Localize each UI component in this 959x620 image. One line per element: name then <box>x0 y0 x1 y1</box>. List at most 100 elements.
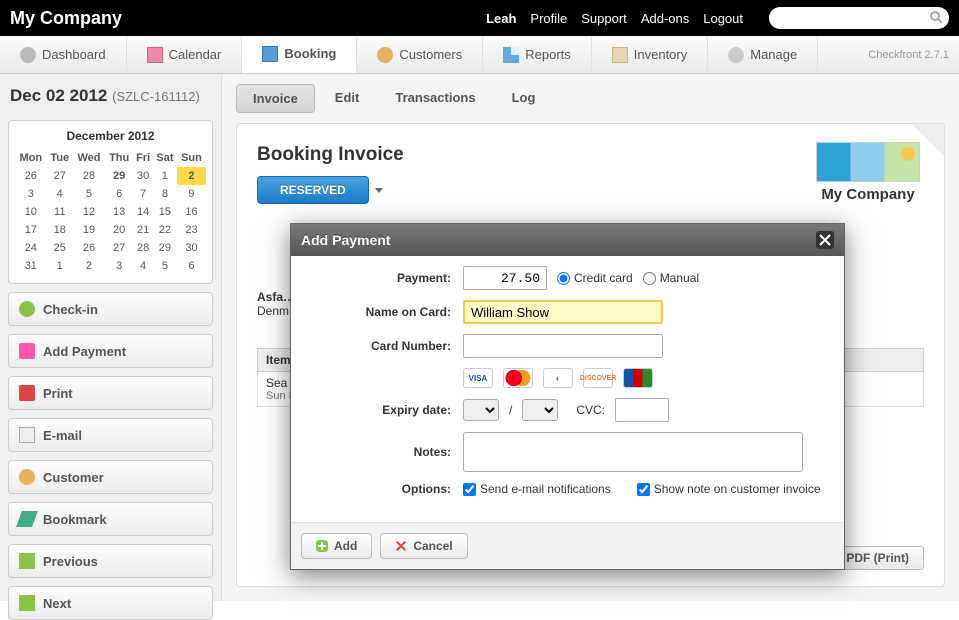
tab-transactions[interactable]: Transactions <box>379 84 491 113</box>
calendar-day[interactable]: 24 <box>15 239 47 257</box>
nav-customers[interactable]: Customers <box>357 36 483 73</box>
calendar-day[interactable]: 29 <box>105 167 133 185</box>
link-support[interactable]: Support <box>581 11 627 26</box>
calendar-day[interactable]: 28 <box>133 239 153 257</box>
calendar-day[interactable]: 15 <box>153 203 177 221</box>
nav-booking[interactable]: Booking <box>242 36 357 73</box>
calendar-day[interactable]: 9 <box>177 185 206 203</box>
nav-label: Dashboard <box>42 47 106 62</box>
paytype-manual[interactable]: Manual <box>643 271 699 285</box>
current-user[interactable]: Leah <box>486 11 516 26</box>
previous-button[interactable]: Previous <box>8 544 213 578</box>
nav-dashboard[interactable]: Dashboard <box>0 36 127 73</box>
tab-invoice[interactable]: Invoice <box>236 84 315 113</box>
calendar-day[interactable]: 4 <box>47 185 73 203</box>
calendar-day[interactable]: 12 <box>73 203 105 221</box>
calendar-day[interactable]: 3 <box>105 257 133 275</box>
credit-radio[interactable] <box>557 272 570 285</box>
calendar-day[interactable]: 1 <box>47 257 73 275</box>
opt-show-note[interactable]: Show note on customer invoice <box>637 482 821 496</box>
calendar-day[interactable]: 4 <box>133 257 153 275</box>
calendar-day[interactable]: 1 <box>153 167 177 185</box>
calendar-day[interactable]: 7 <box>133 185 153 203</box>
calendar-day[interactable]: 25 <box>47 239 73 257</box>
nav-calendar[interactable]: Calendar <box>127 36 243 73</box>
calendar-day[interactable]: 11 <box>47 203 73 221</box>
search-icon[interactable] <box>929 10 943 27</box>
bookmark-button[interactable]: Bookmark <box>8 502 213 536</box>
email-button[interactable]: E-mail <box>8 418 213 452</box>
status-dropdown[interactable]: RESERVED <box>257 176 383 204</box>
calendar-day[interactable]: 2 <box>73 257 105 275</box>
calendar-day[interactable]: 20 <box>105 221 133 239</box>
calendar-day[interactable]: 31 <box>15 257 47 275</box>
nav-manage[interactable]: Manage <box>708 36 818 73</box>
btn-label: Check-in <box>43 302 98 317</box>
calendar-day[interactable]: 28 <box>73 167 105 185</box>
cancel-button[interactable]: Cancel <box>380 533 467 559</box>
email-checkbox[interactable] <box>463 483 476 496</box>
calendar-day[interactable]: 8 <box>153 185 177 203</box>
jcb-icon <box>623 368 653 388</box>
nav-label: Booking <box>284 46 336 61</box>
calendar-day[interactable]: 23 <box>177 221 206 239</box>
link-logout[interactable]: Logout <box>703 11 743 26</box>
link-addons[interactable]: Add-ons <box>641 11 689 26</box>
manual-radio[interactable] <box>643 272 656 285</box>
checkin-button[interactable]: Check-in <box>8 292 213 326</box>
expiry-month-select[interactable] <box>463 399 499 421</box>
calendar-day[interactable]: 6 <box>177 257 206 275</box>
tab-log[interactable]: Log <box>496 84 552 113</box>
name-on-card-input[interactable] <box>463 300 663 324</box>
pdf-print-button[interactable]: PDF (Print) <box>831 546 924 570</box>
label-name: Name on Card: <box>307 305 463 319</box>
inventory-icon <box>612 47 628 63</box>
calendar-day[interactable]: 17 <box>15 221 47 239</box>
calendar-day[interactable]: 16 <box>177 203 206 221</box>
calendar-day[interactable]: 27 <box>105 239 133 257</box>
payment-amount-input[interactable] <box>463 266 547 290</box>
opt-email-notify[interactable]: Send e-mail notifications <box>463 482 611 496</box>
link-profile[interactable]: Profile <box>530 11 567 26</box>
print-button[interactable]: Print <box>8 376 213 410</box>
notes-textarea[interactable] <box>463 432 803 472</box>
calendar-day[interactable]: 26 <box>73 239 105 257</box>
nav-inventory[interactable]: Inventory <box>592 36 708 73</box>
calendar-day[interactable]: 29 <box>153 239 177 257</box>
calendar-day[interactable]: 14 <box>133 203 153 221</box>
next-button[interactable]: Next <box>8 586 213 620</box>
discover-icon: DISCOVER <box>583 368 613 388</box>
calendar-day[interactable]: 5 <box>153 257 177 275</box>
calendar-day[interactable]: 2 <box>177 167 206 185</box>
calendar-day[interactable]: 3 <box>15 185 47 203</box>
btn-label: Previous <box>43 554 98 569</box>
calendar-day[interactable]: 19 <box>73 221 105 239</box>
calendar-day[interactable]: 22 <box>153 221 177 239</box>
expiry-year-select[interactable] <box>522 399 558 421</box>
calendar-day[interactable]: 30 <box>177 239 206 257</box>
customer-button[interactable]: Customer <box>8 460 213 494</box>
calendar-day[interactable]: 18 <box>47 221 73 239</box>
calendar-day[interactable]: 5 <box>73 185 105 203</box>
show-note-checkbox[interactable] <box>637 483 650 496</box>
add-button[interactable]: Add <box>301 533 372 559</box>
calendar-day[interactable]: 30 <box>133 167 153 185</box>
calendar-day[interactable]: 26 <box>15 167 47 185</box>
calendar-day[interactable]: 10 <box>15 203 47 221</box>
add-payment-modal: Add Payment Payment: Credit card Manual … <box>290 223 845 570</box>
tab-edit[interactable]: Edit <box>319 84 376 113</box>
calendar-day-header: Sun <box>177 149 206 167</box>
cvc-input[interactable] <box>615 398 669 422</box>
calendar-day[interactable]: 27 <box>47 167 73 185</box>
calendar-day[interactable]: 6 <box>105 185 133 203</box>
add-payment-button[interactable]: Add Payment <box>8 334 213 368</box>
search-input[interactable] <box>769 7 949 29</box>
calendar-day[interactable]: 21 <box>133 221 153 239</box>
calendar-day[interactable]: 13 <box>105 203 133 221</box>
nav-reports[interactable]: Reports <box>483 36 592 73</box>
paytype-credit[interactable]: Credit card <box>557 271 633 285</box>
close-icon[interactable] <box>816 231 834 249</box>
radio-label: Credit card <box>574 271 633 285</box>
app-version: Checkfront 2.7.1 <box>858 36 959 73</box>
card-number-input[interactable] <box>463 334 663 358</box>
